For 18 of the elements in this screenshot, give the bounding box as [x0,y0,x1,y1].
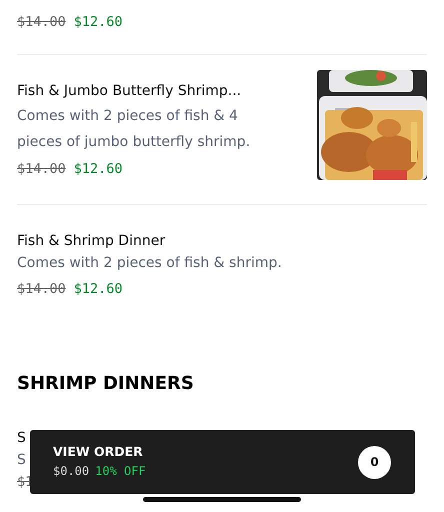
item-name: S [17,429,26,448]
item-count-badge: 0 [358,446,391,478]
section-heading: SHRIMP DINNERS [17,373,195,394]
discounted-price: $12.60 [74,161,123,177]
view-order-label: VIEW ORDER [53,443,144,461]
original-price: $14.00 [17,14,66,30]
discount-label: 10% OFF [95,464,146,478]
view-order-bar[interactable]: VIEW ORDER $0.00 10% OFF 0 [30,430,415,494]
item-description: Comes with 2 pieces of fish & 4 pieces of jumbo butterfly shrimp. [17,107,252,152]
discounted-price: $12.60 [74,14,123,30]
order-total: $0.00 [53,464,90,478]
discounted-price: $12.60 [74,281,123,297]
original-price: $14.00 [17,281,66,297]
original-price: $14.00 [17,161,66,177]
item-name: Fish & Shrimp Dinner [17,232,166,251]
item-description: S [17,451,26,470]
item-description: Comes with 2 pieces of fish & shrimp. [17,254,283,273]
item-name: Fish & Jumbo Butterfly Shrimp... [17,82,242,101]
